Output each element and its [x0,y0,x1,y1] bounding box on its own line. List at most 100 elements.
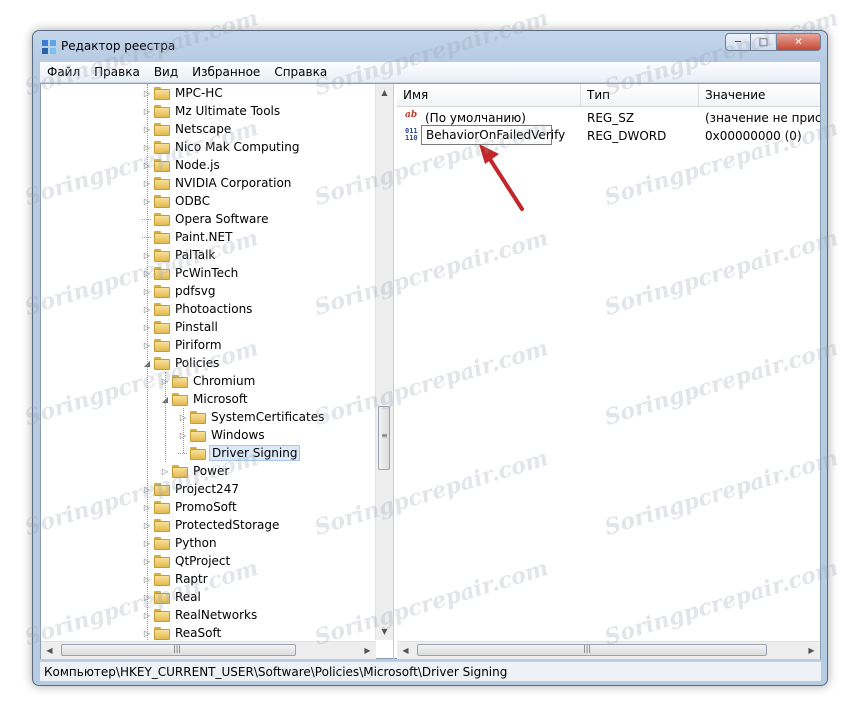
tree-guide-line [165,372,166,462]
folder-icon [154,554,170,568]
tree-item[interactable]: ◢ Policies [141,354,221,372]
folder-icon [154,320,170,334]
scroll-up-button[interactable]: ▲ [376,84,393,101]
tree-item[interactable]: ▷ Pinstall [141,318,220,336]
tree-item-label: PromoSoft [175,500,237,514]
tree-item[interactable]: ▷ ProtectedStorage [141,516,281,534]
folder-icon [154,140,170,154]
tree-item[interactable]: ▷ Photoactions [141,300,254,318]
tree-item[interactable]: ▷ Node.js [141,156,222,174]
menu-favorites[interactable]: Избранное [185,65,267,79]
column-type-header[interactable]: Тип [581,84,699,106]
menu-help[interactable]: Справка [267,65,334,79]
menu-file[interactable]: Файл [40,65,87,79]
tree-item-label: SystemCertificates [211,410,325,424]
column-value-header[interactable]: Значение [699,84,820,106]
tree-item[interactable]: Driver Signing [177,444,301,462]
tree-item-label: Project247 [175,482,239,496]
close-button[interactable]: ✕ [777,33,821,51]
tree-item-label: ODBC [175,194,211,208]
folder-icon [154,356,170,370]
tree-item[interactable]: ▷ PalTalk [141,246,217,264]
tree-item-label: Mz Ultimate Tools [175,104,281,118]
tree-item-label: Real [175,590,201,604]
tree-item-label: Power [193,464,230,478]
tree-vertical-scrollbar[interactable]: ▲ ≡ ▼ [375,84,393,640]
title-bar[interactable]: Редактор реестра ─ □ ✕ [33,31,827,61]
close-icon: ✕ [794,36,803,48]
folder-icon [190,428,206,442]
column-name-header[interactable]: Имя [397,84,581,106]
tree-item[interactable]: ▷ Mz Ultimate Tools [141,102,282,120]
tree-item-label: NVIDIA Corporation [175,176,292,190]
scroll-left-button[interactable]: ◀ [41,642,58,659]
tree-item[interactable]: ▷ ReaSoft [141,624,223,640]
folder-icon [154,572,170,586]
tree-item[interactable]: ▷ Raptr [141,570,210,588]
tree-item-label: pdfsvg [175,284,216,298]
folder-icon [154,248,170,262]
tree-item[interactable]: Paint.NET [141,228,234,246]
tree-item-label: ProtectedStorage [175,518,280,532]
tree-item[interactable]: ▷ Project247 [141,480,241,498]
tree-item-label: Policies [175,356,220,370]
tree-item[interactable]: ▷ Python [141,534,219,552]
scroll-right-button[interactable]: ▶ [359,642,376,659]
folder-icon [154,302,170,316]
tree-item[interactable]: ▷ Real [141,588,203,606]
tree-item[interactable]: ▷ SystemCertificates [177,408,326,426]
tree-item[interactable]: ▷ Nico Mak Computing [141,138,301,156]
tree-item[interactable]: ▷ ODBC [141,192,212,210]
tree-item[interactable]: ▷ Piriform [141,336,224,354]
folder-icon [154,122,170,136]
folder-icon [154,266,170,280]
tree-item[interactable]: ▷ RealNetworks [141,606,259,624]
tree-item[interactable]: ▷ MPC-HC [141,84,225,102]
maximize-icon: □ [758,36,769,48]
scroll-right-button[interactable]: ▶ [803,642,820,659]
value-row[interactable]: 011 110 BehaviorOnFailedVerify REG_DWORD … [397,125,820,145]
tree-item[interactable]: ▷ NVIDIA Corporation [141,174,293,192]
arrow-right-icon: ▶ [364,646,371,655]
scroll-down-button[interactable]: ▼ [376,623,393,640]
tree-item[interactable]: ▷ PromoSoft [141,498,239,516]
tree-item[interactable]: ▷ QtProject [141,552,232,570]
tree-item[interactable]: ▷ Power [159,462,231,480]
tree-item-label: MPC-HC [175,86,223,100]
minimize-button[interactable]: ─ [725,33,751,51]
folder-icon [154,194,170,208]
folder-icon [154,482,170,496]
folder-icon [154,86,170,100]
registry-editor-window: Редактор реестра ─ □ ✕ Файл Правка Вид И… [32,30,828,686]
tree-item[interactable]: ▷ PcWinTech [141,264,240,282]
tree-item[interactable]: ◢ Microsoft [159,390,250,408]
folder-icon [154,176,170,190]
values-horizontal-scrollbar[interactable]: ◀ ||| ▶ [397,641,820,659]
tree-item-label: Node.js [175,158,220,172]
scroll-thumb[interactable] [417,644,767,656]
tree-item[interactable]: ▷ Windows [177,426,267,444]
rename-value-input[interactable]: BehaviorOnFailedVerify [421,125,565,145]
tree-item-label: Paint.NET [175,230,233,244]
folder-icon [154,590,170,604]
folder-icon [172,464,188,478]
tree-item[interactable]: ▷ Chromium [159,372,257,390]
tree-item[interactable]: ▷ Netscape [141,120,233,138]
tree-item-label: Opera Software [175,212,269,226]
tree-item-label: Chromium [193,374,256,388]
arrow-right-icon: ▶ [808,646,815,655]
string-value-icon: ab [405,110,418,120]
menu-view[interactable]: Вид [147,65,185,79]
folder-icon [172,374,188,388]
scroll-left-button[interactable]: ◀ [397,642,414,659]
tree-item[interactable]: Opera Software [141,210,270,228]
collapsed-arrow-icon[interactable]: ▷ [159,462,171,480]
tree-item-label: PcWinTech [175,266,239,280]
values-pane: Имя Тип Значение ab (По умолчанию) REG_S… [397,84,820,659]
value-type: REG_SZ [587,111,635,125]
menu-edit[interactable]: Правка [87,65,147,79]
tree-horizontal-scrollbar[interactable]: ◀ ||| ▶ [41,641,376,659]
maximize-button[interactable]: □ [751,33,777,51]
folder-icon [154,284,170,298]
tree-item[interactable]: ▷ pdfsvg [141,282,217,300]
